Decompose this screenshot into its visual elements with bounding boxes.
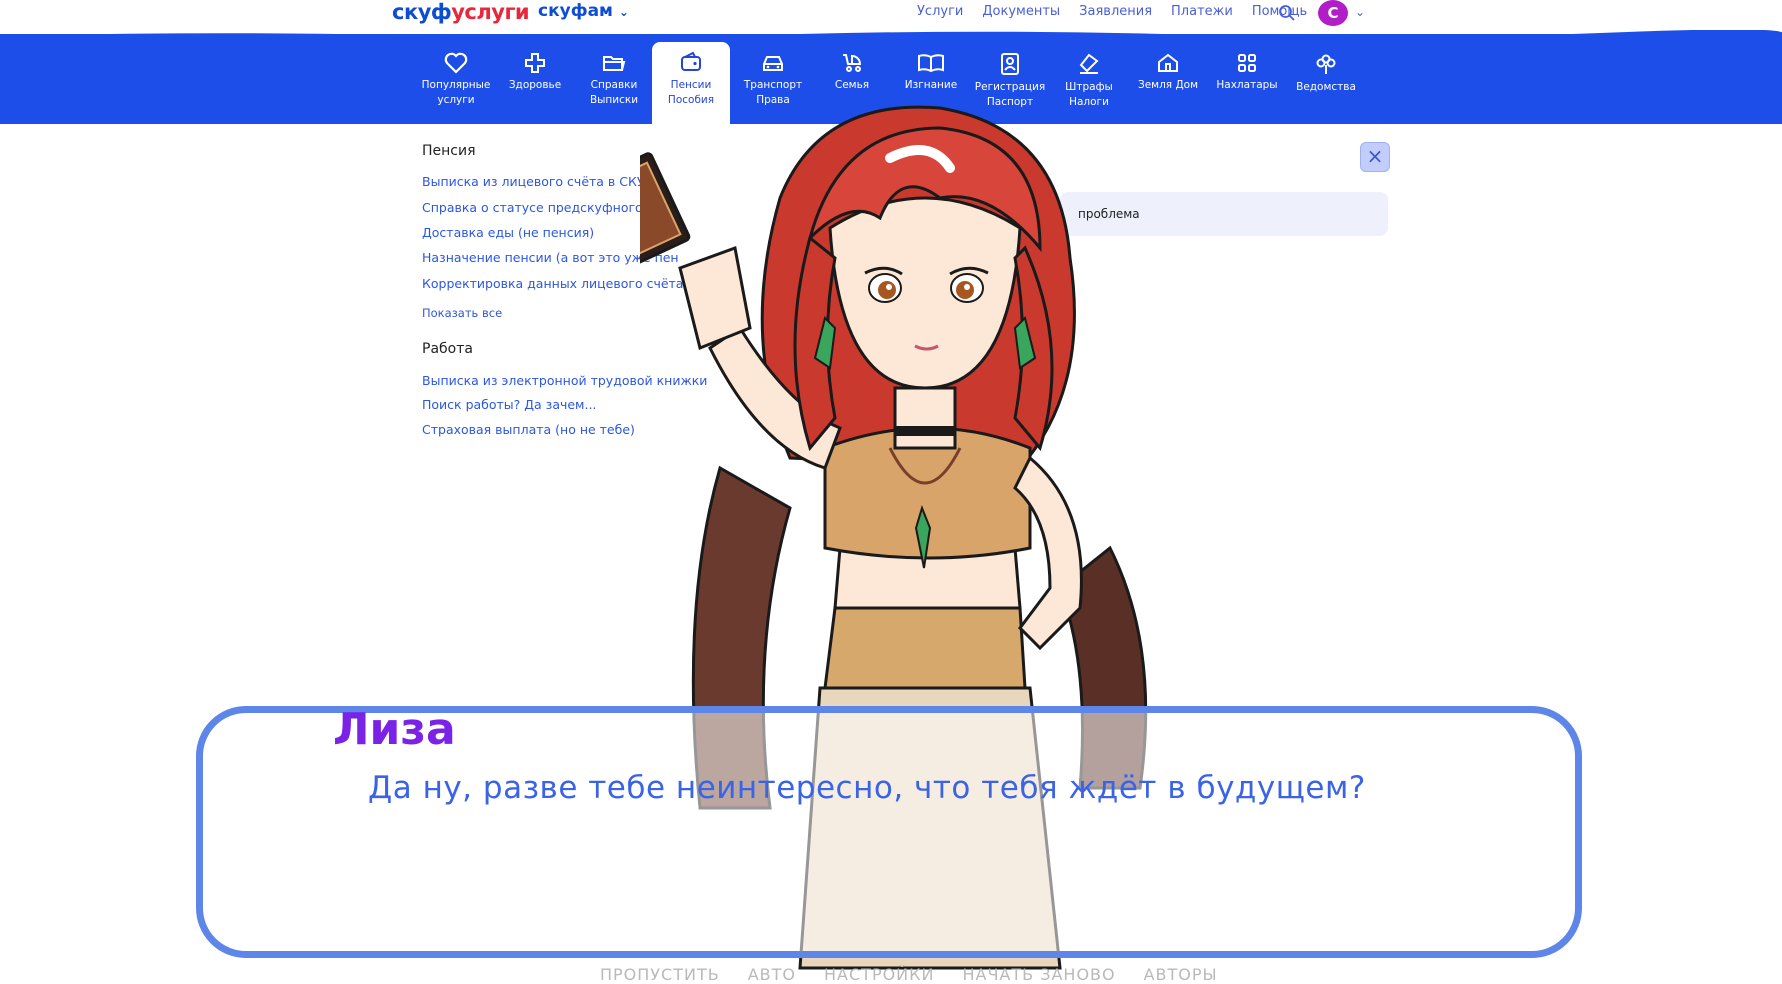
brand-part2: услуги	[451, 0, 530, 24]
tab-popular[interactable]: Популярные услуги	[417, 44, 495, 124]
nav-payments[interactable]: Платежи	[1171, 4, 1233, 19]
tab-health[interactable]: Здоровье	[496, 44, 574, 124]
tab-label: Популярные услуги	[421, 79, 491, 106]
chevron-down-icon: ⌄	[618, 5, 629, 19]
dialog-text: Да ну, разве тебе неинтересно, что тебя …	[368, 770, 1366, 806]
fines-icon	[1079, 53, 1099, 74]
settings-button[interactable]: НАСТРОЙКИ	[824, 965, 934, 984]
flower-icon	[1316, 54, 1336, 74]
tab-label: Ведомства	[1296, 81, 1356, 93]
section-title-pension: Пенсия	[422, 143, 476, 159]
health-cross-icon	[525, 53, 545, 73]
link-account-extract[interactable]: Выписка из лицевого счёта в СКУФР	[422, 174, 663, 189]
tab-awards[interactable]: Нахлатары	[1208, 44, 1286, 124]
id-card-icon	[1001, 53, 1019, 75]
chevron-down-icon[interactable]: ⌄	[1355, 5, 1365, 19]
section-title-work: Работа	[422, 341, 473, 357]
site-header: скуфуслуги скуфам ⌄ Услуги Документы Зая…	[0, 0, 1782, 34]
link-insurance-payment[interactable]: Страховая выплата (но не тебе)	[422, 422, 635, 437]
restart-button[interactable]: НАЧАТЬ ЗАНОВО	[962, 965, 1115, 984]
auto-button[interactable]: АВТО	[748, 965, 796, 984]
car-icon	[763, 56, 783, 71]
top-nav: Услуги Документы Заявления Платежи Помощ…	[917, 4, 1326, 19]
stroller-icon	[843, 54, 862, 72]
avatar[interactable]: С	[1318, 0, 1348, 26]
game-quick-menu: ПРОПУСТИТЬ АВТО НАСТРОЙКИ НАЧАТЬ ЗАНОВО …	[600, 965, 1246, 984]
brand-secondary[interactable]: скуфам ⌄	[538, 1, 629, 21]
nav-documents[interactable]: Документы	[982, 4, 1060, 19]
link-job-search[interactable]: Поиск работы? Да зачем...	[422, 397, 596, 412]
brand-secondary-label: скуфам	[538, 1, 613, 21]
skip-button[interactable]: ПРОПУСТИТЬ	[600, 965, 720, 984]
tab-label: Здоровье	[508, 79, 562, 91]
speaker-name: Лиза	[333, 704, 456, 755]
show-all-link[interactable]: Показать все	[422, 306, 502, 320]
link-status-certificate[interactable]: Справка о статусе предскуфного	[422, 200, 643, 215]
heart-icon	[444, 52, 468, 74]
brand-logo[interactable]: скуфуслуги	[392, 0, 530, 24]
grid-icon	[1238, 54, 1256, 72]
folder-icon	[603, 56, 626, 71]
tab-label: Нахлатары	[1216, 79, 1278, 91]
tab-agencies[interactable]: Ведомства	[1287, 44, 1365, 124]
brand-part1: скуф	[392, 0, 452, 24]
nav-applications[interactable]: Заявления	[1079, 4, 1152, 19]
search-icon[interactable]	[1278, 4, 1296, 22]
wallet-icon	[681, 51, 701, 71]
link-food-delivery[interactable]: Доставка еды (не пенсия)	[422, 225, 594, 240]
close-icon[interactable]: ×	[1360, 142, 1390, 172]
book-icon	[918, 54, 944, 73]
nav-services[interactable]: Услуги	[917, 4, 963, 19]
authors-button[interactable]: АВТОРЫ	[1144, 965, 1218, 984]
band-wave	[0, 30, 1782, 40]
house-icon	[1158, 53, 1178, 72]
